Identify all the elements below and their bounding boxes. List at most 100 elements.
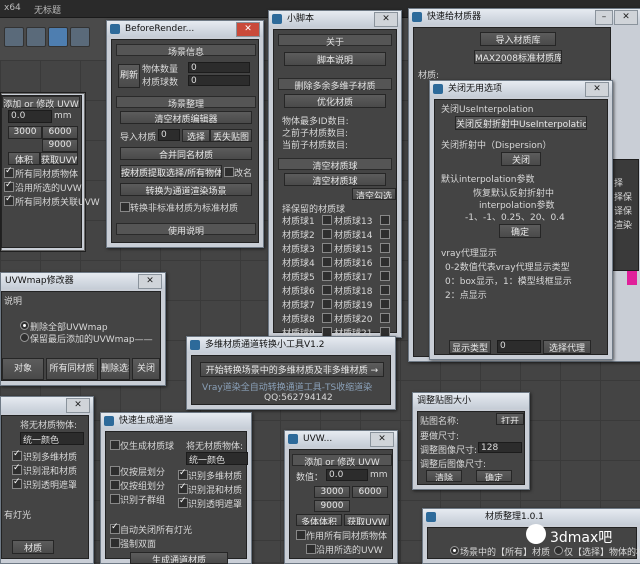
object-count-field[interactable]: 0 — [188, 62, 250, 73]
open-button[interactable]: 打开 — [496, 413, 524, 425]
material-count-field[interactable]: 0 — [188, 75, 250, 86]
clear-slots-button[interactable]: 清空材质球 — [284, 173, 386, 186]
all-same-button[interactable]: 所有同材质 — [46, 358, 98, 380]
move-icon[interactable] — [70, 27, 90, 47]
optimize-button[interactable]: 优化材质 — [284, 94, 386, 108]
slot-checkbox[interactable] — [380, 215, 390, 225]
get-uvw-button[interactable]: 获取UVW — [40, 152, 78, 165]
save-icon[interactable] — [26, 27, 46, 47]
import-library-button[interactable]: 导入材质库 — [480, 32, 556, 46]
uvw-left-check-3[interactable] — [4, 194, 14, 206]
channel-blend-checkbox[interactable] — [178, 482, 188, 494]
close-icon[interactable]: ✕ — [138, 274, 162, 289]
convert-nonstd-checkbox[interactable] — [120, 202, 130, 212]
uvw-reuse-checkbox[interactable] — [306, 544, 316, 554]
import-mat-field[interactable]: 0 — [158, 129, 180, 141]
close-icon[interactable]: ✕ — [374, 12, 398, 27]
uvw-left-6000[interactable]: 6000 — [42, 126, 78, 139]
slot-checkbox[interactable] — [322, 229, 332, 239]
about-section[interactable]: 关于 — [278, 34, 392, 48]
clear-map-button[interactable]: 清除 — [426, 470, 462, 482]
channel-multi-checkbox[interactable] — [178, 468, 188, 480]
fill-check-2[interactable] — [12, 463, 22, 475]
slot-checkbox[interactable] — [322, 285, 332, 295]
channel-dropdown[interactable]: 统一颜色 — [186, 452, 248, 466]
fill-dropdown[interactable]: 统一颜色 — [20, 432, 84, 446]
lost-map-button[interactable]: 丢失贴图 — [210, 129, 252, 142]
by-group-checkbox[interactable] — [110, 480, 120, 490]
close-icon[interactable]: ✕ — [236, 22, 260, 37]
uvw-all-same-checkbox[interactable] — [296, 530, 306, 540]
slot-checkbox[interactable] — [380, 257, 390, 267]
slot-checkbox[interactable] — [322, 215, 332, 225]
delete-all-radio[interactable] — [20, 321, 29, 330]
uvw-left-check-2[interactable] — [4, 180, 14, 192]
script-desc-button[interactable]: 脚本说明 — [284, 52, 386, 66]
color-swatch[interactable] — [627, 271, 637, 285]
adjust-size-field[interactable]: 128 — [478, 442, 522, 453]
max2008-library-button[interactable]: MAX2008标准材质库 — [474, 50, 562, 64]
slot-checkbox[interactable] — [380, 243, 390, 253]
uvw-left-body[interactable]: 体积 — [8, 152, 40, 165]
force-double-checkbox[interactable] — [110, 538, 120, 548]
ok-map-button[interactable]: 确定 — [476, 470, 512, 482]
keep-last-radio[interactable] — [20, 333, 29, 342]
scene-clean-section[interactable]: 场景整理 — [116, 96, 256, 110]
uvw-3000-button[interactable]: 3000 — [314, 486, 350, 498]
close-icon[interactable]: ✕ — [585, 82, 609, 97]
rename-checkbox[interactable] — [224, 167, 234, 177]
uvw-box-button[interactable]: 多体体积 — [296, 514, 342, 526]
uvwmap-close-button[interactable]: 关闭 — [132, 358, 160, 380]
slot-checkbox[interactable] — [322, 299, 332, 309]
refresh-button[interactable]: 刷新 — [118, 64, 140, 88]
remove-submat-section[interactable]: 删除多余多维子材质 — [278, 78, 392, 92]
minimize-icon[interactable]: – — [595, 10, 613, 25]
uvw-left-3000[interactable]: 3000 — [8, 126, 42, 139]
uvw-value-field[interactable]: 0.0 — [326, 469, 368, 481]
clear-slots-section[interactable]: 清空材质球 — [278, 158, 392, 172]
uvw-left-check-1[interactable] — [4, 166, 14, 178]
gen-channel-button[interactable]: 生成通道材质 — [130, 552, 228, 564]
slot-checkbox[interactable] — [380, 299, 390, 309]
convert-channel-button[interactable]: 转换为通道渲染场景 — [120, 183, 252, 196]
scene-info-section[interactable]: 场景信息 — [116, 44, 256, 58]
fill-material-button[interactable]: 材质 — [12, 540, 54, 554]
close-dispersion-button[interactable]: 关闭 — [501, 152, 541, 166]
slot-checkbox[interactable] — [380, 313, 390, 323]
slot-checkbox[interactable] — [322, 313, 332, 323]
slot-checkbox[interactable] — [380, 229, 390, 239]
clear-editor-button[interactable]: 清空材质编辑器 — [120, 111, 252, 124]
sub-group-checkbox[interactable] — [110, 494, 120, 504]
slot-checkbox[interactable] — [380, 285, 390, 295]
show-type-button[interactable]: 显示类型 — [449, 340, 491, 354]
close-icon[interactable]: ✕ — [614, 10, 638, 25]
gen-mat-checkbox[interactable] — [110, 440, 120, 450]
selected-materials-radio[interactable] — [554, 546, 563, 555]
uvw-left-9000[interactable]: 9000 — [42, 139, 78, 152]
slot-checkbox[interactable] — [380, 271, 390, 281]
help-section[interactable]: 使用说明 — [116, 223, 256, 237]
show-type-field[interactable]: 0 — [497, 340, 541, 353]
start-convert-button[interactable]: 开始转换场景中的多维材质及非多维材质 → — [200, 362, 384, 377]
by-material-button[interactable]: 按材质提取选择/所有物体 — [120, 165, 222, 178]
select-icon[interactable] — [48, 27, 68, 47]
confirm-interp-button[interactable]: 确定 — [499, 224, 541, 238]
uvw-6000-button[interactable]: 6000 — [352, 486, 388, 498]
uvw-9000-button[interactable]: 9000 — [314, 500, 350, 512]
close-icon[interactable]: ✕ — [370, 432, 394, 447]
folder-icon[interactable] — [4, 27, 24, 47]
all-materials-radio[interactable] — [450, 546, 459, 555]
uvw-bottom-section[interactable]: 添加 or 修改 UVW — [292, 454, 392, 468]
slot-checkbox[interactable] — [322, 271, 332, 281]
close-interp-button[interactable]: 关闭反射折射中UseInterpolation — [455, 116, 587, 130]
by-layer-checkbox[interactable] — [110, 466, 120, 476]
fill-check-3[interactable] — [12, 477, 22, 489]
select-proxy-button[interactable]: 选择代理 — [543, 340, 591, 354]
uvw-get-button[interactable]: 获取UVW — [344, 514, 390, 526]
merge-same-button[interactable]: 合并同名材质 — [120, 147, 252, 160]
select-button[interactable]: 选择 — [182, 129, 210, 142]
close-icon[interactable]: ✕ — [66, 398, 90, 413]
fill-check-1[interactable] — [12, 449, 22, 461]
object-button[interactable]: 对象 — [2, 358, 44, 380]
auto-light-checkbox[interactable] — [110, 522, 120, 534]
